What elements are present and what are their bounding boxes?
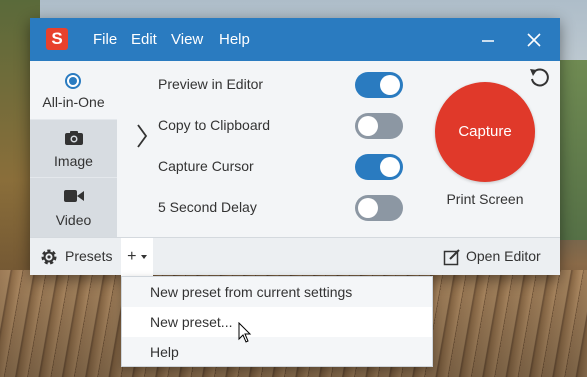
bottom-bar: Presets + Open Editor xyxy=(30,237,560,276)
capture-hotkey-label: Print Screen xyxy=(446,191,524,207)
sidebar-item-video[interactable]: Video xyxy=(30,178,117,237)
open-editor-button[interactable]: Open Editor xyxy=(443,247,553,269)
toggle-preview-in-editor[interactable] xyxy=(355,72,403,98)
minimize-icon[interactable] xyxy=(478,30,498,50)
mouse-cursor-icon xyxy=(238,322,252,343)
capture-type-sidebar: All-in-One Image Video xyxy=(30,61,117,237)
camera-icon xyxy=(65,131,83,145)
caret-down-icon xyxy=(140,255,147,259)
menu-help[interactable]: Help xyxy=(219,31,250,48)
capture-button[interactable]: Capture xyxy=(435,82,535,182)
option-label-preview-in-editor: Preview in Editor xyxy=(158,76,264,92)
capture-options-panel: Preview in Editor Copy to Clipboard Capt… xyxy=(117,61,560,237)
sidebar-item-label: All-in-One xyxy=(42,94,105,110)
toggle-copy-to-clipboard[interactable] xyxy=(355,113,403,139)
toggle-knob xyxy=(358,198,378,218)
video-camera-icon xyxy=(64,190,84,202)
background-hill-right xyxy=(556,60,587,240)
sidebar-item-label: Video xyxy=(55,212,92,228)
toggle-knob xyxy=(380,75,400,95)
radio-selected-icon xyxy=(65,73,81,89)
add-preset-label: + xyxy=(127,248,137,265)
toggle-capture-cursor[interactable] xyxy=(355,154,403,180)
preset-dropdown-menu: New preset from current settings New pre… xyxy=(121,276,433,367)
sidebar-item-image[interactable]: Image xyxy=(30,120,117,177)
menu-item-new-preset-from-current[interactable]: New preset from current settings xyxy=(122,277,432,307)
open-editor-label: Open Editor xyxy=(466,248,541,264)
chevron-right-icon[interactable] xyxy=(135,123,149,149)
menu-item-new-preset[interactable]: New preset... xyxy=(122,307,432,337)
presets-label[interactable]: Presets xyxy=(65,248,112,264)
gear-icon[interactable] xyxy=(39,247,59,267)
sidebar-item-all-in-one[interactable]: All-in-One xyxy=(30,61,117,119)
menu-file[interactable]: File xyxy=(93,31,117,48)
reset-icon[interactable] xyxy=(528,66,550,88)
toggle-5-second-delay[interactable] xyxy=(355,195,403,221)
option-label-5-second-delay: 5 Second Delay xyxy=(158,199,257,215)
snagit-logo-icon: S xyxy=(46,28,68,50)
snagit-capture-window: S File Edit View Help All-in-One Image V… xyxy=(30,18,560,276)
toggle-knob xyxy=(358,116,378,136)
menu-view[interactable]: View xyxy=(171,31,203,48)
option-label-capture-cursor: Capture Cursor xyxy=(158,158,254,174)
menu-edit[interactable]: Edit xyxy=(131,31,157,48)
edit-icon xyxy=(443,249,460,266)
toggle-knob xyxy=(380,157,400,177)
option-label-copy-to-clipboard: Copy to Clipboard xyxy=(158,117,271,133)
menu-item-help[interactable]: Help xyxy=(122,337,432,367)
close-icon[interactable] xyxy=(524,30,544,50)
titlebar: S File Edit View Help xyxy=(30,18,560,61)
add-preset-button[interactable]: + xyxy=(121,238,153,276)
sidebar-item-label: Image xyxy=(54,153,93,169)
